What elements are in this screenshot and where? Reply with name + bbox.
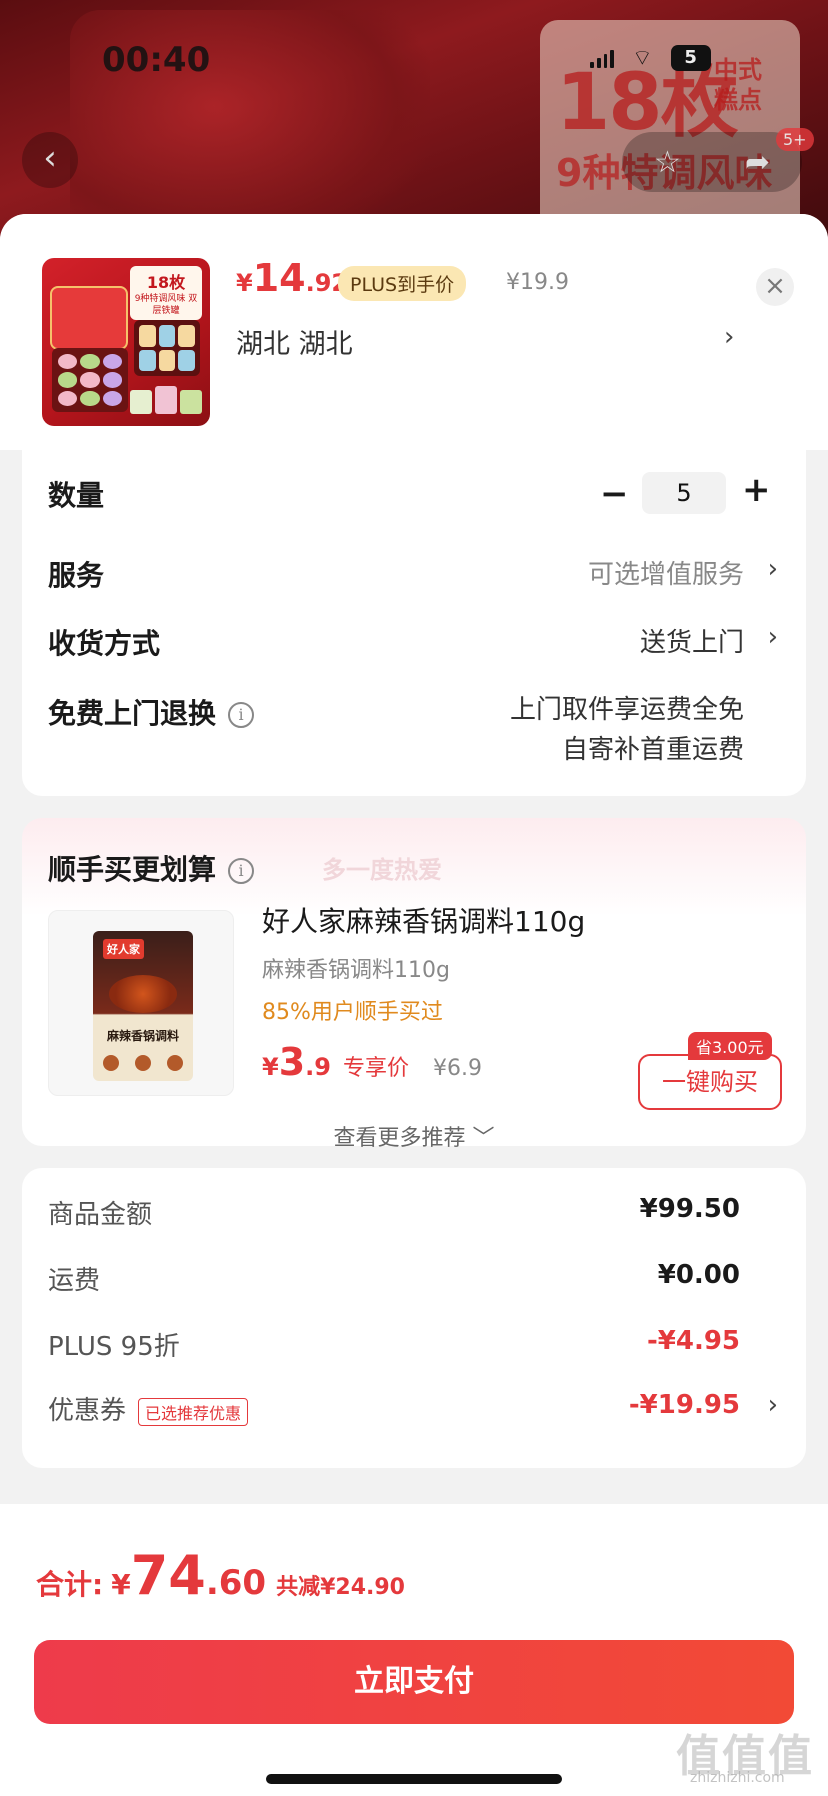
- service-label: 服务: [48, 559, 105, 592]
- recommended-product-name[interactable]: 好人家麻辣香锅调料110g: [262, 900, 585, 940]
- top-actions: ☆ ➦: [622, 132, 802, 192]
- plus-price-tag: PLUS到手价: [338, 266, 467, 301]
- bag-spices: [103, 1055, 183, 1071]
- chevron-right-icon[interactable]: ›: [768, 622, 778, 652]
- more-recommendations-link[interactable]: 查看更多推荐 ﹀: [22, 1120, 806, 1152]
- delivery-label: 收货方式: [48, 627, 161, 660]
- signal-icon: [590, 48, 614, 68]
- shipping-label: 运费: [48, 1266, 101, 1296]
- quantity-input[interactable]: 5: [642, 472, 726, 514]
- recommended-product-stat: 85%用户顺手买过: [262, 1000, 443, 1025]
- recommendation-card: 顺手买更划算 i 多一度热爱 好人家 麻辣香锅调料 好人家麻辣香锅调料110g 麻…: [22, 818, 806, 1151]
- status-time: 00:40: [102, 40, 211, 80]
- recommendation-title: 顺手买更划算 i: [48, 848, 255, 888]
- quantity-label: 数量: [48, 479, 105, 512]
- recommended-product-spec: 麻辣香锅调料110g: [262, 958, 450, 983]
- thumbnail-tin: [50, 286, 128, 350]
- cart-badge: 5+: [776, 128, 814, 151]
- product-price: ¥ 14 .92: [236, 256, 349, 300]
- one-click-buy-button[interactable]: 一键购买: [638, 1054, 782, 1110]
- recommended-product-price: ¥ 3 .9 专享价 ¥6.9: [262, 1040, 482, 1084]
- bag-bowl: [109, 975, 177, 1013]
- quantity-increment-button[interactable]: +: [742, 470, 771, 510]
- save-badge: 省3.00元: [688, 1032, 772, 1060]
- wifi-icon: ⌔: [632, 46, 653, 71]
- coupon-value[interactable]: -¥19.95: [629, 1390, 740, 1420]
- close-button[interactable]: ×: [756, 268, 794, 306]
- plus-discount-label: PLUS 95折: [48, 1332, 180, 1362]
- battery-icon: 5: [670, 45, 711, 71]
- sheet-header: 18枚 9种特调风味 双层铁罐 ¥ 14 .92 PLUS到手价 ¥19.9 ×…: [0, 214, 828, 450]
- subtotal-label: 商品金额: [48, 1200, 153, 1230]
- info-icon[interactable]: i: [228, 858, 255, 884]
- chevron-right-icon[interactable]: ›: [724, 322, 734, 352]
- product-thumbnail[interactable]: 18枚 9种特调风味 双层铁罐: [42, 258, 210, 426]
- total-saved: 共减¥24.90: [276, 1575, 405, 1600]
- plus-discount-value: -¥4.95: [646, 1326, 740, 1356]
- order-sheet: 18枚 9种特调风味 双层铁罐 ¥ 14 .92 PLUS到手价 ¥19.9 ×…: [0, 214, 828, 1796]
- recommended-original-price: ¥6.9: [433, 1056, 482, 1081]
- recommended-product-image[interactable]: 好人家 麻辣香锅调料: [48, 910, 234, 1096]
- options-card: 数量 − 5 + 服务 可选增值服务 › 收货方式 送货上门 › 免费上门退换 i…: [22, 450, 806, 796]
- quantity-decrement-button[interactable]: −: [600, 474, 629, 514]
- price-breakdown-card: 商品金额 ¥99.50 运费 ¥0.00 PLUS 95折 -¥4.95 优惠券…: [22, 1168, 806, 1468]
- back-button[interactable]: ‹: [22, 132, 78, 188]
- site-watermark-url: zhizhizhi.com: [690, 1770, 785, 1786]
- thumbnail-label: 18枚 9种特调风味 双层铁罐: [130, 266, 202, 320]
- free-return-terms: 上门取件享运费全免 自寄补首重运费: [509, 695, 744, 765]
- free-return-label: 免费上门退换 i: [48, 692, 255, 732]
- thumbnail-cakes: [130, 380, 202, 414]
- promo-subtitle: 中式糕点: [714, 56, 762, 114]
- thumbnail-tray: [52, 348, 128, 412]
- bag-brand: 好人家: [103, 939, 144, 959]
- shipping-value: ¥0.00: [657, 1260, 740, 1290]
- coupon-label: 优惠券 已选推荐优惠: [48, 1390, 249, 1427]
- recommendation-watermark: 多一度热爱: [322, 856, 442, 884]
- favorite-icon[interactable]: ☆: [654, 145, 681, 180]
- share-icon[interactable]: ➦: [745, 145, 770, 180]
- original-price: ¥19.9: [506, 270, 569, 295]
- exclusive-price-label: 专享价: [342, 1056, 409, 1081]
- delivery-value[interactable]: 送货上门: [640, 622, 744, 659]
- coupon-tag: 已选推荐优惠: [138, 1397, 249, 1426]
- seasoning-bag: 好人家 麻辣香锅调料: [93, 931, 193, 1081]
- home-indicator[interactable]: [266, 1774, 562, 1784]
- bag-name: 麻辣香锅调料: [106, 1029, 179, 1043]
- status-icons: ⌔ 5: [590, 44, 711, 72]
- subtotal-value: ¥99.50: [639, 1194, 740, 1224]
- info-icon[interactable]: i: [228, 702, 255, 728]
- service-value[interactable]: 可选增值服务: [588, 554, 744, 591]
- chevron-right-icon[interactable]: ›: [768, 554, 778, 584]
- pay-now-button[interactable]: 立即支付: [34, 1640, 794, 1724]
- address-selector[interactable]: 湖北 湖北: [236, 322, 353, 361]
- total-amount: 合计: ¥ 74 .60 共减¥24.90: [36, 1544, 405, 1607]
- thumbnail-tray-top: [134, 320, 200, 376]
- chevron-right-icon[interactable]: ›: [768, 1390, 778, 1420]
